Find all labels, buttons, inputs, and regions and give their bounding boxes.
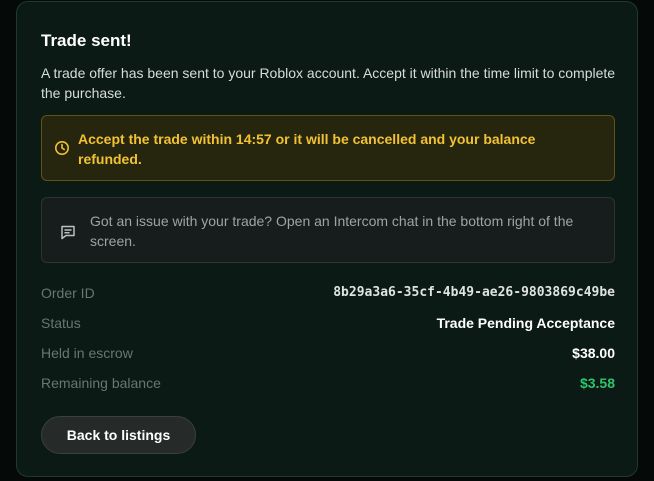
support-info-box: Got an issue with your trade? Open an In…: [41, 197, 615, 263]
order-id-row: Order ID 8b29a3a6-35cf-4b49-ae26-9803869…: [41, 283, 615, 303]
order-id-value: 8b29a3a6-35cf-4b49-ae26-9803869c49be: [333, 285, 615, 300]
order-id-label: Order ID: [41, 285, 95, 301]
status-row: Status Trade Pending Acceptance: [41, 313, 615, 333]
escrow-label: Held in escrow: [41, 345, 133, 361]
status-value: Trade Pending Acceptance: [436, 315, 615, 331]
status-label: Status: [41, 315, 81, 331]
clock-icon: [54, 140, 70, 156]
remaining-balance-value: $3.58: [579, 375, 615, 391]
trade-sent-dialog: Trade sent! A trade offer has been sent …: [16, 1, 638, 477]
escrow-row: Held in escrow $38.00: [41, 343, 615, 363]
dialog-title: Trade sent!: [41, 31, 132, 50]
back-to-listings-button[interactable]: Back to listings: [41, 416, 196, 454]
trade-timer-warning: Accept the trade within 14:57 or it will…: [41, 115, 615, 181]
chat-icon: [59, 223, 77, 241]
dialog-description: A trade offer has been sent to your Robl…: [41, 65, 616, 101]
info-text: Got an issue with your trade? Open an In…: [90, 213, 574, 249]
escrow-value: $38.00: [572, 345, 615, 361]
remaining-balance-label: Remaining balance: [41, 375, 161, 391]
warning-text: Accept the trade within 14:57 or it will…: [78, 131, 536, 167]
remaining-balance-row: Remaining balance $3.58: [41, 373, 615, 393]
